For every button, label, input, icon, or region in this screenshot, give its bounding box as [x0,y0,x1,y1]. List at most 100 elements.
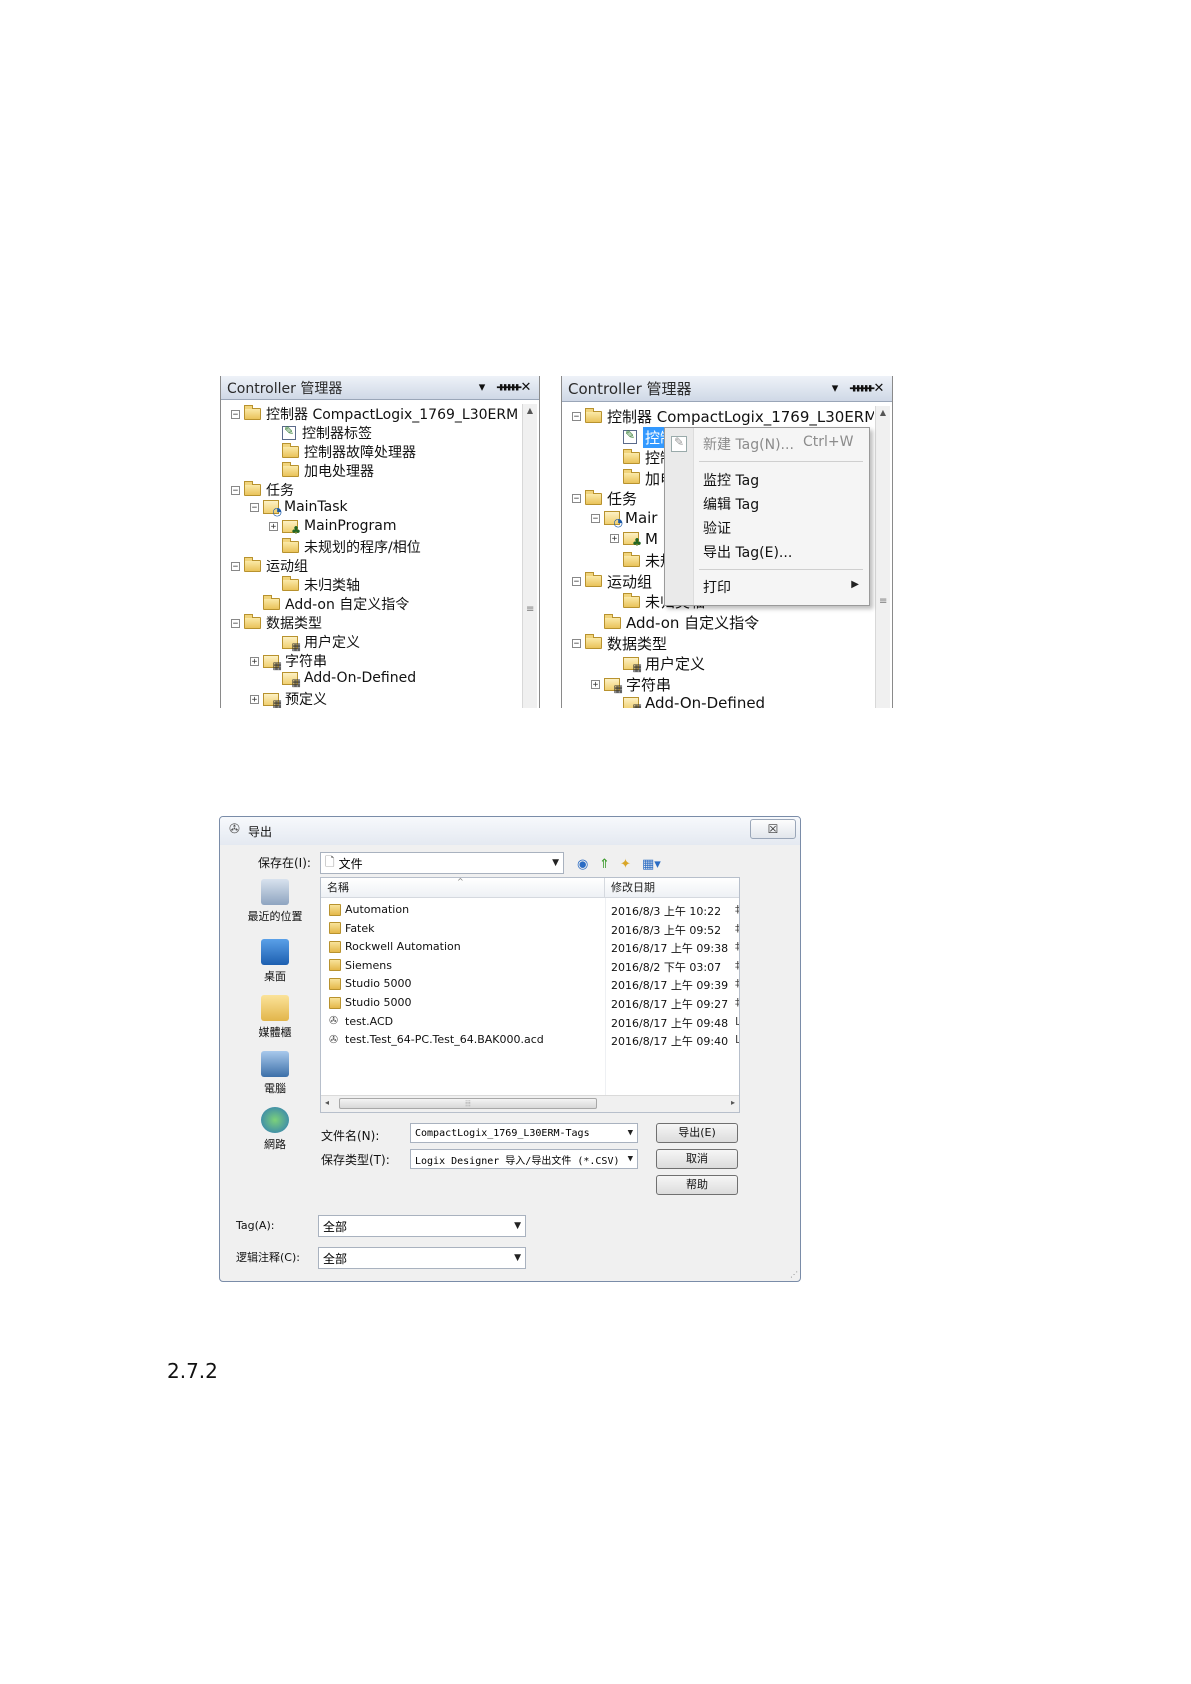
collapse-icon[interactable]: − [250,502,259,512]
dialog-titlebar: ✇ 导出 ☒ [220,817,800,845]
tree-node[interactable]: − MainTask [250,499,348,518]
tree-node[interactable]: − 控制器 CompactLogix_1769_L30ERM [572,406,874,427]
tree-node[interactable]: − 任务 [231,480,294,500]
menu-item-print[interactable]: 打印 [703,577,731,597]
tree-node[interactable]: Add-On-Defined [269,670,416,689]
close-icon[interactable]: ✕ [519,380,533,395]
expand-icon[interactable]: + [250,656,259,666]
file-row[interactable]: ✇ test.Test_64-PC.Test_64.BAK000.acd 2016/… [321,1031,739,1049]
dialog-close-button[interactable]: ☒ [750,819,796,839]
tree-node[interactable]: 用户定义 [269,632,360,653]
comment-select[interactable]: 全部 ▼ [318,1247,526,1269]
menu-item-export-tag[interactable]: 导出 Tag(E)... [703,542,792,562]
tree-node[interactable]: + 预定义 [250,689,327,708]
tree-node[interactable]: Add-on 自定义指令 [250,594,409,614]
tree-node[interactable]: − 任务 [572,488,637,509]
file-row[interactable]: Fatek 2016/8/3 上午 09:52 ‡ [321,920,739,938]
tag-select[interactable]: 全部 ▼ [318,1215,526,1237]
vertical-scrollbar[interactable]: ▲ ≡ [522,404,537,708]
up-folder-icon[interactable]: ⇑ [599,857,610,872]
collapse-icon[interactable]: − [572,412,581,422]
tree-node[interactable]: Add-On-Defined [610,694,765,708]
collapse-icon[interactable]: − [231,618,240,628]
tree-node[interactable]: 未归类轴 [269,575,360,595]
menu-item-monitor-tag[interactable]: 监控 Tag [703,470,759,490]
scroll-thumb[interactable]: ⦙⦙⦙ [339,1098,597,1109]
tree-node[interactable]: +M [610,530,658,549]
tree-node[interactable]: 未规划的程序/相位 [269,537,421,557]
expand-icon[interactable]: + [591,679,600,689]
help-button[interactable]: 帮助 [656,1175,738,1195]
vertical-scrollbar[interactable]: ▲ ≡ [875,406,890,708]
file-row[interactable]: Studio 5000 2016/8/17 上午 09:39 ‡ [321,975,739,993]
place-recent[interactable]: 最近的位置 [230,879,320,924]
back-icon[interactable]: ◉ [577,857,588,872]
view-menu-icon[interactable]: ▦▾ [642,857,661,872]
file-name-cell: Siemens [329,959,392,972]
tree-node[interactable]: − 运动组 [231,556,308,576]
scroll-grip-icon[interactable]: ≡ [879,596,887,607]
scroll-right-arrow-icon[interactable]: ▸ [731,1098,735,1107]
filetype-select[interactable]: Logix Designer 导入/导出文件 (*.CSV) ▼ [410,1149,638,1169]
export-button[interactable]: 导出(E) [656,1123,738,1143]
scroll-up-arrow-icon[interactable]: ▲ [523,404,537,418]
filename-input[interactable]: CompactLogix_1769_L30ERM-Tags ▼ [410,1123,638,1143]
file-row[interactable]: Rockwell Automation 2016/8/17 上午 09:38 ‡ [321,938,739,956]
place-network[interactable]: 網路 [230,1107,320,1152]
tree-node[interactable]: − 数据类型 [231,613,322,633]
collapse-icon[interactable]: − [591,513,600,523]
new-folder-icon[interactable]: ✦ [620,857,631,872]
scroll-left-arrow-icon[interactable]: ◂ [325,1098,329,1107]
menu-item-edit-tag[interactable]: 编辑 Tag [703,494,759,514]
truncated-column-text: ‡ [735,977,740,991]
collapse-icon[interactable]: − [231,485,240,495]
menu-item-verify[interactable]: 验证 [703,518,731,538]
place-library[interactable]: 媒體櫃 [230,995,320,1040]
scroll-grip-icon[interactable]: ≡ [526,604,534,615]
task-icon [263,500,282,518]
controller-tree: − 控制器 CompactLogix_1769_L30ERM 控制器标签控制器故障处… [225,402,521,708]
dropdown-arrow-icon[interactable]: ▾ [475,380,489,395]
horizontal-scrollbar[interactable]: ◂ ⦙⦙⦙ ▸ [321,1095,739,1112]
scroll-up-arrow-icon[interactable]: ▲ [876,406,890,420]
close-icon[interactable]: ✕ [872,381,886,396]
collapse-icon[interactable]: − [231,561,240,571]
pin-icon[interactable]: ᚔ [850,381,874,396]
tree-node[interactable]: − 数据类型 [572,633,667,654]
collapse-icon[interactable]: − [231,409,240,419]
file-row[interactable]: ✇ test.ACD 2016/8/17 上午 09:48 L [321,1013,739,1031]
dropdown-arrow-icon[interactable]: ▾ [828,381,842,396]
tree-node[interactable]: 控制器故障处理器 [269,442,416,462]
tree-node[interactable]: − Mair [591,509,657,529]
tree-node[interactable]: + 字符串 [250,651,327,672]
tree-node-label: Add-on 自定义指令 [285,597,410,613]
file-row[interactable]: Studio 5000 2016/8/17 上午 09:27 ‡ [321,994,739,1012]
collapse-icon[interactable]: − [572,638,581,648]
expand-icon[interactable]: + [250,694,259,704]
resize-grip-icon[interactable]: ⋰ [790,1270,798,1279]
collapse-icon[interactable]: − [572,576,581,586]
place-desktop[interactable]: 桌面 [230,939,320,984]
tree-node[interactable]: + 字符串 [591,674,671,695]
tree-node[interactable]: 用户定义 [610,653,705,674]
tree-node[interactable]: + MainProgram [269,518,397,537]
collapse-icon[interactable]: − [572,494,581,504]
column-header-date[interactable]: 修改日期 [605,878,739,898]
expand-icon[interactable]: + [610,534,619,544]
pin-icon[interactable]: ᚔ [497,380,521,395]
expand-icon[interactable]: + [269,521,278,531]
tree-node[interactable]: Add-on 自定义指令 [591,612,759,633]
place-computer[interactable]: 電腦 [230,1051,320,1096]
tree-node[interactable]: − 运动组 [572,571,652,592]
menu-item-new-tag[interactable]: 新建 Tag(N)... Ctrl+W [703,434,853,454]
column-header-name[interactable]: 名稱 ^ [321,878,605,898]
tree-node[interactable]: 控制器标签 [269,423,372,443]
file-row[interactable]: Automation 2016/8/3 上午 10:22 ‡ [321,901,739,919]
file-row[interactable]: Siemens 2016/8/2 下午 03:07 ‡ [321,957,739,975]
cancel-button[interactable]: 取消 [656,1149,738,1169]
tree-node[interactable]: − 控制器 CompactLogix_1769_L30ERM [231,404,518,424]
save-in-combo[interactable]: 🗋 文件 ▼ [320,852,564,874]
tree-node[interactable]: 加电处理器 [269,461,374,481]
